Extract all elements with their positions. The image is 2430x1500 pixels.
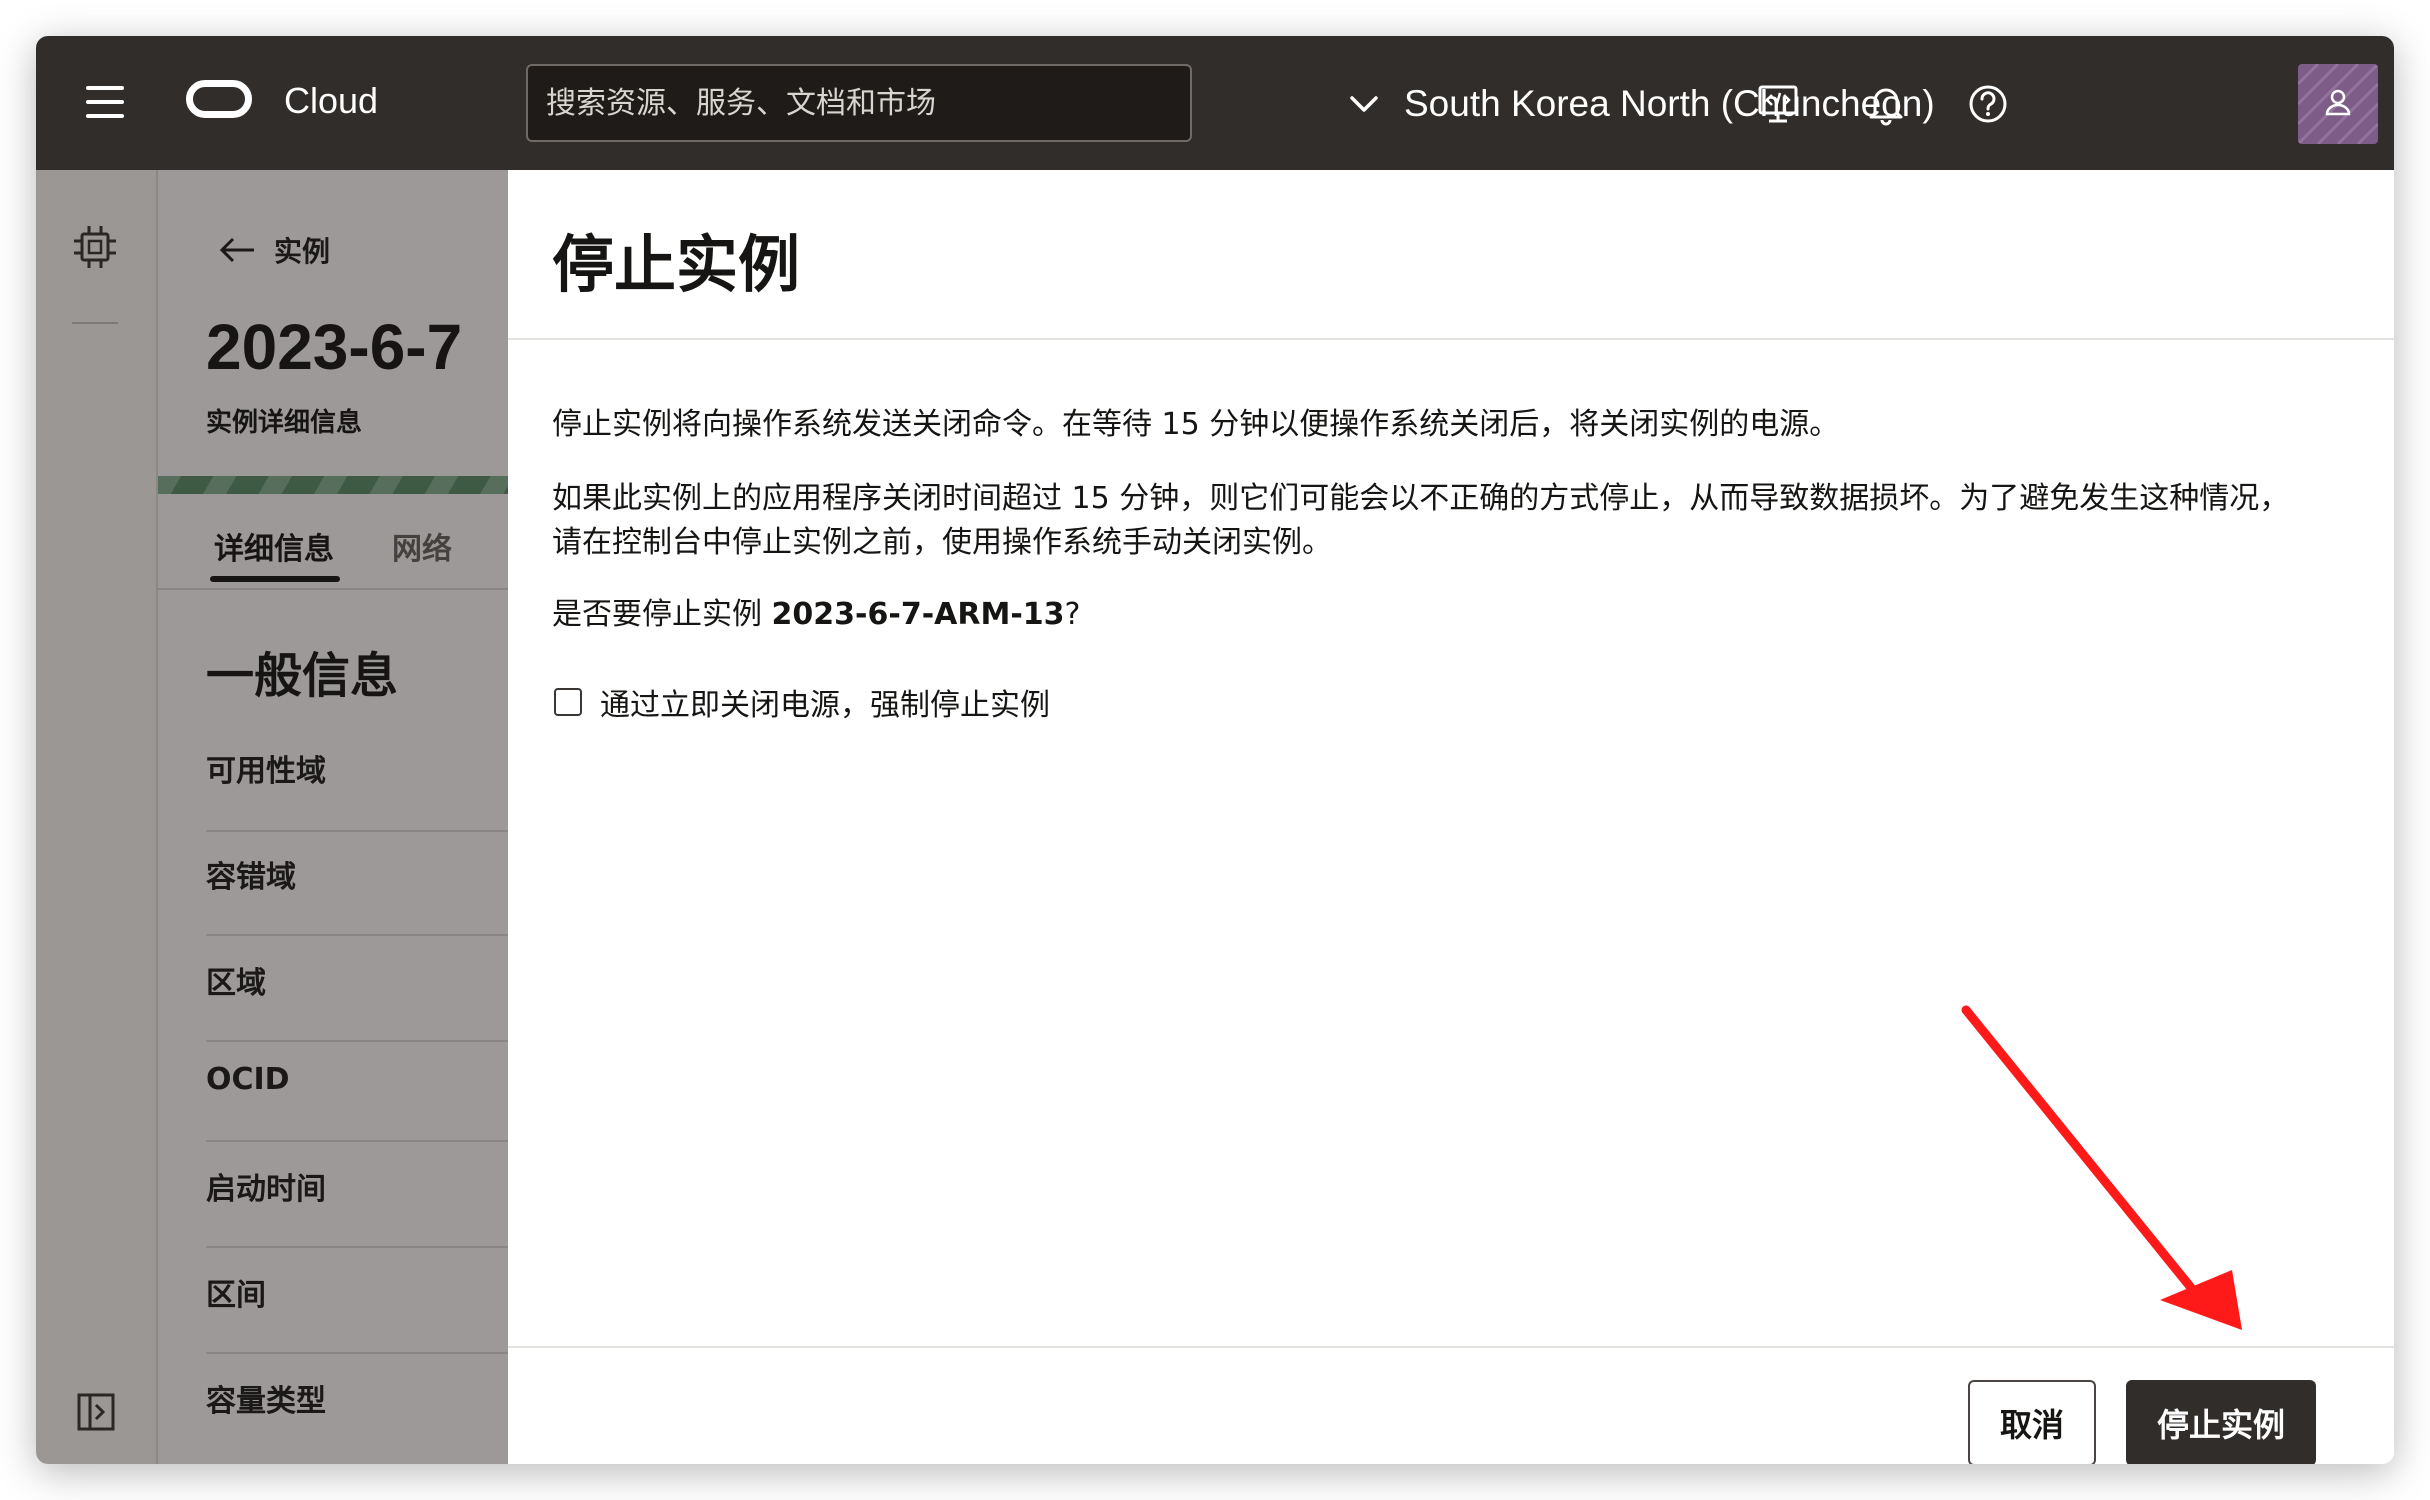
user-avatar[interactable]: [2298, 64, 2378, 144]
dialog-header-divider: [508, 338, 2394, 340]
region-label: South Korea North (Chuncheon): [1404, 83, 1935, 124]
top-bar: Cloud South Korea North (Chuncheon): [36, 36, 2394, 170]
tab-networking[interactable]: 网络: [392, 524, 452, 568]
help-icon[interactable]: [1962, 78, 2014, 130]
cloud-shell-icon[interactable]: [1752, 78, 1804, 130]
menu-icon[interactable]: [86, 86, 126, 120]
user-profile-icon: [2298, 64, 2378, 144]
instance-details-page: 实例 2023-6-7 实例详细信息 详细信息 网络 一般信息 可用性域 容错域…: [158, 170, 508, 1464]
field-divider: [206, 934, 508, 936]
force-stop-checkbox[interactable]: [554, 688, 582, 716]
expand-panel-icon[interactable]: [76, 1392, 116, 1432]
dialog-confirm-question: 是否要停止实例 2023-6-7-ARM-13?: [552, 592, 1080, 638]
field-launch-time: 启动时间: [206, 1172, 326, 1207]
back-to-instances-link[interactable]: 实例: [218, 230, 330, 270]
cancel-button[interactable]: 取消: [1968, 1380, 2096, 1464]
search-input[interactable]: [526, 64, 1192, 142]
dialog-title: 停止实例: [552, 228, 801, 301]
chevron-down-icon: [1350, 96, 1378, 112]
field-divider: [206, 1040, 508, 1042]
field-fault-domain: 容错域: [206, 860, 296, 895]
field-divider: [206, 830, 508, 832]
instance-tabs: 详细信息 网络: [158, 494, 508, 590]
instance-name: 2023-6-7-ARM-13: [771, 597, 1065, 632]
dialog-warning-line-1: 如果此实例上的应用程序关闭时间超过 15 分钟，则它们可能会以不正确的方式停止，…: [552, 481, 2290, 516]
rail-divider: [72, 322, 118, 324]
compute-chip-icon[interactable]: [72, 224, 118, 270]
tab-details[interactable]: 详细信息: [210, 524, 340, 582]
instance-subtitle: 实例详细信息: [206, 408, 363, 438]
browser-window: Cloud South Korea North (Chuncheon): [36, 36, 2394, 1464]
dialog-description: 停止实例将向操作系统发送关闭命令。在等待 15 分钟以便操作系统关闭后，将关闭实…: [552, 407, 1840, 442]
dialog-footer-divider: [508, 1346, 2394, 1348]
stop-instance-dialog: 停止实例 停止实例将向操作系统发送关闭命令。在等待 15 分钟以便操作系统关闭后…: [508, 170, 2394, 1464]
instance-title: 2023-6-7: [206, 311, 463, 383]
back-link-label: 实例: [274, 235, 331, 268]
instance-banner-image: [158, 476, 508, 494]
field-region: 区域: [206, 966, 266, 1001]
left-icon-rail: [36, 170, 158, 1464]
region-selector[interactable]: South Korea North (Chuncheon): [1346, 76, 1935, 132]
stop-instance-button[interactable]: 停止实例: [2126, 1380, 2316, 1464]
field-compartment: 区间: [206, 1278, 266, 1313]
question-suffix: ?: [1064, 597, 1081, 632]
field-divider: [206, 1140, 508, 1142]
force-stop-checkbox-label[interactable]: 通过立即关闭电源，强制停止实例: [600, 680, 1050, 724]
brand-label[interactable]: Cloud: [284, 80, 378, 122]
general-info-heading: 一般信息: [206, 648, 399, 704]
field-ocid: OCID: [206, 1062, 290, 1097]
field-divider: [206, 1352, 508, 1354]
oracle-logo-icon[interactable]: [186, 80, 252, 118]
dialog-warning-line-2: 请在控制台中停止实例之前，使用操作系统手动关闭实例。: [552, 525, 1332, 560]
question-prefix: 是否要停止实例: [552, 597, 772, 632]
field-divider: [206, 1246, 508, 1248]
field-capacity-type: 容量类型: [206, 1384, 326, 1419]
notifications-bell-icon[interactable]: [1860, 78, 1912, 130]
arrow-left-icon: [219, 237, 254, 263]
field-availability-domain: 可用性域: [206, 754, 326, 789]
